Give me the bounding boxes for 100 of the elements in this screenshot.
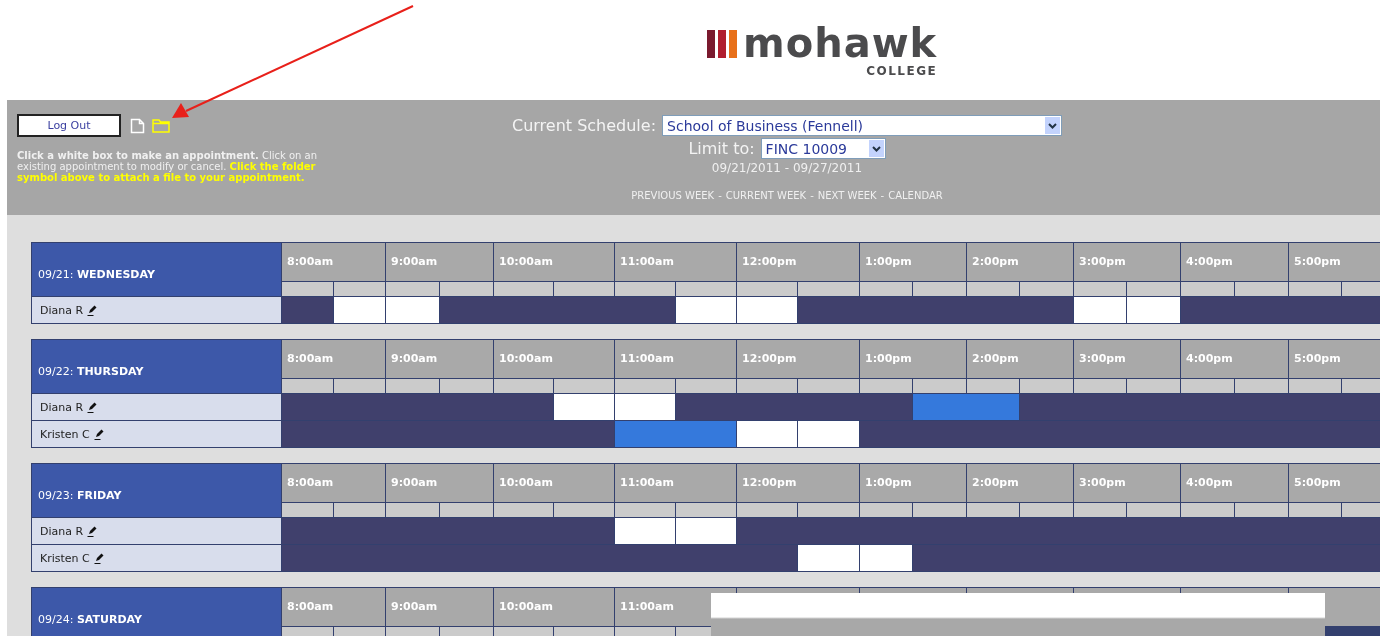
open-slot[interactable] xyxy=(737,421,797,447)
open-slot[interactable] xyxy=(1127,297,1180,323)
booked-slot[interactable] xyxy=(798,297,1073,323)
booked-slot[interactable] xyxy=(282,545,797,571)
week-nav-link[interactable]: NEXT WEEK xyxy=(817,190,877,201)
pencil-icon[interactable] xyxy=(87,525,98,537)
hour-header: 1:00pm xyxy=(860,464,966,502)
booked-slot[interactable] xyxy=(282,518,614,544)
folder-icon[interactable] xyxy=(152,118,170,133)
person-name: Diana R xyxy=(40,524,84,538)
open-slot[interactable] xyxy=(334,297,385,323)
schedule-dropdown[interactable]: School of Business (Fennell) xyxy=(662,115,1063,136)
logout-button[interactable]: Log Out xyxy=(17,114,121,137)
half-hour-header xyxy=(1342,379,1380,393)
pencil-icon[interactable] xyxy=(87,304,98,316)
hour-header: 2:00pm xyxy=(967,243,1073,281)
half-hour-header xyxy=(494,503,553,517)
dropdown-caret-icon xyxy=(1045,117,1061,134)
half-hour-header xyxy=(676,503,736,517)
half-hour-header xyxy=(440,503,493,517)
day-header: 09/21: WEDNESDAY xyxy=(32,243,281,296)
half-hour-header xyxy=(913,379,966,393)
booked-slot[interactable] xyxy=(282,394,553,420)
hour-header: 1:00pm xyxy=(860,243,966,281)
separator-text: - xyxy=(880,190,885,201)
open-slot[interactable] xyxy=(798,421,859,447)
hour-header: 12:00pm xyxy=(737,340,859,378)
half-hour-header xyxy=(1289,503,1341,517)
hour-header: 9:00am xyxy=(386,588,493,626)
limit-dropdown[interactable]: FINC 10009 xyxy=(760,138,886,159)
half-hour-header xyxy=(967,379,1019,393)
hour-header: 5:00pm xyxy=(1289,340,1380,378)
booked-slot[interactable] xyxy=(282,297,333,323)
half-hour-header xyxy=(1289,379,1341,393)
open-slot[interactable] xyxy=(615,518,675,544)
week-nav-link[interactable]: PREVIOUS WEEK xyxy=(631,190,715,201)
open-slot[interactable] xyxy=(676,297,736,323)
hour-header: 11:00am xyxy=(615,243,736,281)
half-hour-header xyxy=(737,282,797,296)
half-hour-header xyxy=(1127,503,1180,517)
hour-header: 3:00pm xyxy=(1074,464,1180,502)
week-nav-link[interactable]: CALENDAR xyxy=(888,190,943,201)
open-slot[interactable] xyxy=(676,518,736,544)
booked-slot[interactable] xyxy=(676,394,912,420)
person-name: Kristen C xyxy=(40,427,90,441)
hour-header: 10:00am xyxy=(494,464,614,502)
day-header: 09/24: SATURDAY xyxy=(32,588,281,636)
hour-header: 12:00pm xyxy=(737,464,859,502)
hour-header: 11:00am xyxy=(615,464,736,502)
hour-header: 3:00pm xyxy=(1074,243,1180,281)
booked-slot[interactable] xyxy=(282,421,614,447)
dropdown-caret-icon xyxy=(868,140,884,157)
half-hour-header xyxy=(798,282,859,296)
my-appointment-slot[interactable] xyxy=(615,421,736,447)
pencil-icon[interactable] xyxy=(93,428,104,440)
open-slot[interactable] xyxy=(1074,297,1126,323)
half-hour-header xyxy=(1181,282,1234,296)
logo-bars-icon xyxy=(707,30,737,58)
half-hour-header xyxy=(386,282,439,296)
half-hour-header xyxy=(1235,282,1288,296)
half-hour-header xyxy=(860,503,912,517)
half-hour-header xyxy=(967,282,1019,296)
week-nav-link[interactable]: CURRENT WEEK xyxy=(725,190,807,201)
open-slot[interactable] xyxy=(737,297,797,323)
open-slot[interactable] xyxy=(615,394,675,420)
open-slot[interactable] xyxy=(860,545,912,571)
half-hour-header xyxy=(1074,282,1126,296)
booked-slot[interactable] xyxy=(440,297,675,323)
booked-slot[interactable] xyxy=(737,518,1380,544)
half-hour-header xyxy=(737,503,797,517)
half-hour-header xyxy=(554,503,614,517)
half-hour-header xyxy=(860,379,912,393)
half-hour-header xyxy=(334,379,385,393)
my-appointment-slot[interactable] xyxy=(913,394,1019,420)
booked-slot[interactable] xyxy=(913,545,1380,571)
half-hour-header xyxy=(1127,379,1180,393)
pencil-icon[interactable] xyxy=(93,552,104,564)
pencil-icon[interactable] xyxy=(87,401,98,413)
half-hour-header xyxy=(386,379,439,393)
open-slot[interactable] xyxy=(798,545,859,571)
half-hour-header xyxy=(1181,379,1234,393)
logo-wordmark: mohawk xyxy=(743,28,938,58)
half-hour-header xyxy=(440,379,493,393)
hour-header: 9:00am xyxy=(386,464,493,502)
half-hour-header xyxy=(334,503,385,517)
booked-slot[interactable] xyxy=(1181,297,1380,323)
open-slot[interactable] xyxy=(386,297,439,323)
limit-label: Limit to: xyxy=(688,139,755,158)
person-name: Kristen C xyxy=(40,551,90,565)
hour-header: 8:00am xyxy=(282,340,385,378)
day-header: 09/23: FRIDAY xyxy=(32,464,281,517)
half-hour-header xyxy=(676,282,736,296)
open-slot[interactable] xyxy=(554,394,614,420)
document-icon[interactable] xyxy=(130,117,145,134)
hour-header: 10:00am xyxy=(494,243,614,281)
booked-slot[interactable] xyxy=(860,421,1380,447)
hour-header: 2:00pm xyxy=(967,340,1073,378)
hour-header: 9:00am xyxy=(386,340,493,378)
half-hour-header xyxy=(554,282,614,296)
booked-slot[interactable] xyxy=(1020,394,1380,420)
